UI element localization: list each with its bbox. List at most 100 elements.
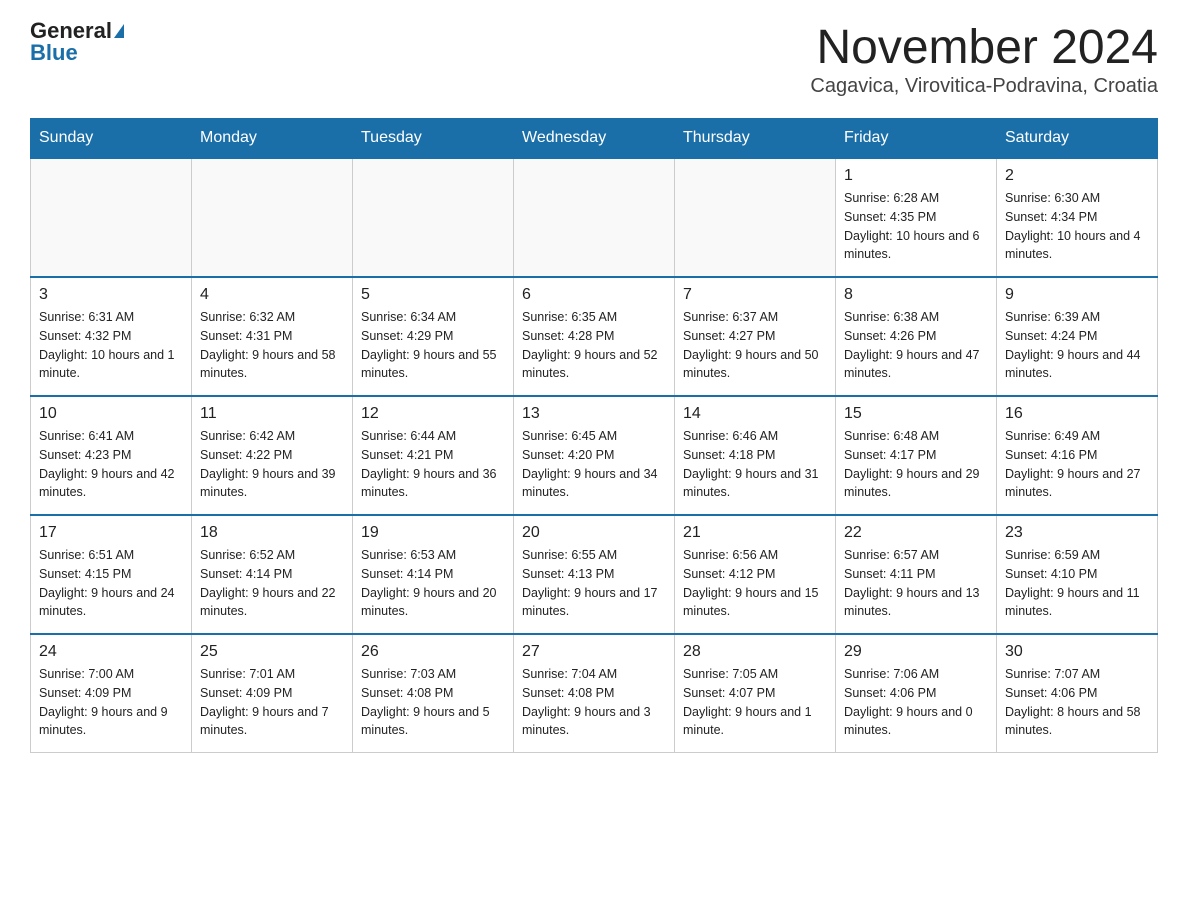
- calendar-week-4: 17 Sunrise: 6:51 AMSunset: 4:15 PMDayligh…: [31, 515, 1158, 634]
- day-info: Sunrise: 6:56 AMSunset: 4:12 PMDaylight:…: [683, 546, 827, 621]
- day-info: Sunrise: 6:39 AMSunset: 4:24 PMDaylight:…: [1005, 308, 1149, 383]
- calendar-day: 16 Sunrise: 6:49 AMSunset: 4:16 PMDayligh…: [997, 396, 1158, 515]
- day-info: Sunrise: 7:07 AMSunset: 4:06 PMDaylight:…: [1005, 665, 1149, 740]
- calendar-day: 17 Sunrise: 6:51 AMSunset: 4:15 PMDayligh…: [31, 515, 192, 634]
- calendar-day: 2 Sunrise: 6:30 AMSunset: 4:34 PMDaylight…: [997, 158, 1158, 277]
- calendar-day: 11 Sunrise: 6:42 AMSunset: 4:22 PMDayligh…: [192, 396, 353, 515]
- day-number: 2: [1005, 167, 1149, 185]
- day-number: 24: [39, 643, 183, 661]
- calendar-table: SundayMondayTuesdayWednesdayThursdayFrid…: [30, 118, 1158, 753]
- day-info: Sunrise: 7:04 AMSunset: 4:08 PMDaylight:…: [522, 665, 666, 740]
- calendar-day: 12Sunrise: 6:44 AMSunset: 4:21 PMDayligh…: [353, 396, 514, 515]
- weekday-header-wednesday: Wednesday: [514, 119, 675, 159]
- day-number: 9: [1005, 286, 1149, 304]
- day-number: 3: [39, 286, 183, 304]
- calendar-week-5: 24 Sunrise: 7:00 AMSunset: 4:09 PMDayligh…: [31, 634, 1158, 753]
- calendar-day: [31, 158, 192, 277]
- weekday-header-friday: Friday: [836, 119, 997, 159]
- day-number: 26: [361, 643, 505, 661]
- day-info: Sunrise: 6:41 AMSunset: 4:23 PMDaylight:…: [39, 427, 183, 502]
- title-section: November 2024 Cagavica, Virovitica-Podra…: [810, 20, 1158, 98]
- calendar-header: SundayMondayTuesdayWednesdayThursdayFrid…: [31, 119, 1158, 159]
- location-subtitle: Cagavica, Virovitica-Podravina, Croatia: [810, 75, 1158, 98]
- calendar-week-3: 10 Sunrise: 6:41 AMSunset: 4:23 PMDayligh…: [31, 396, 1158, 515]
- day-info: Sunrise: 6:28 AMSunset: 4:35 PMDaylight:…: [844, 189, 988, 264]
- day-number: 17: [39, 524, 183, 542]
- calendar-day: 23 Sunrise: 6:59 AMSunset: 4:10 PMDayligh…: [997, 515, 1158, 634]
- day-info: Sunrise: 6:51 AMSunset: 4:15 PMDaylight:…: [39, 546, 183, 621]
- day-number: 7: [683, 286, 827, 304]
- day-info: Sunrise: 7:01 AMSunset: 4:09 PMDaylight:…: [200, 665, 344, 740]
- month-title: November 2024: [810, 20, 1158, 75]
- page-header: General Blue November 2024 Cagavica, Vir…: [30, 20, 1158, 98]
- logo: General Blue: [30, 20, 124, 64]
- day-info: Sunrise: 6:42 AMSunset: 4:22 PMDaylight:…: [200, 427, 344, 502]
- calendar-day: 27 Sunrise: 7:04 AMSunset: 4:08 PMDayligh…: [514, 634, 675, 753]
- day-info: Sunrise: 7:03 AMSunset: 4:08 PMDaylight:…: [361, 665, 505, 740]
- calendar-day: 13 Sunrise: 6:45 AMSunset: 4:20 PMDayligh…: [514, 396, 675, 515]
- calendar-day: 7 Sunrise: 6:37 AMSunset: 4:27 PMDaylight…: [675, 277, 836, 396]
- day-number: 18: [200, 524, 344, 542]
- day-info: Sunrise: 6:35 AMSunset: 4:28 PMDaylight:…: [522, 308, 666, 383]
- calendar-body: 1 Sunrise: 6:28 AMSunset: 4:35 PMDaylight…: [31, 158, 1158, 753]
- day-info: Sunrise: 6:37 AMSunset: 4:27 PMDaylight:…: [683, 308, 827, 383]
- calendar-day: 18 Sunrise: 6:52 AMSunset: 4:14 PMDayligh…: [192, 515, 353, 634]
- day-number: 11: [200, 405, 344, 423]
- day-info: Sunrise: 6:55 AMSunset: 4:13 PMDaylight:…: [522, 546, 666, 621]
- calendar-day: 22 Sunrise: 6:57 AMSunset: 4:11 PMDayligh…: [836, 515, 997, 634]
- day-info: Sunrise: 6:30 AMSunset: 4:34 PMDaylight:…: [1005, 189, 1149, 264]
- calendar-week-1: 1 Sunrise: 6:28 AMSunset: 4:35 PMDaylight…: [31, 158, 1158, 277]
- logo-general-text: General: [30, 20, 112, 42]
- calendar-day: 14 Sunrise: 6:46 AMSunset: 4:18 PMDayligh…: [675, 396, 836, 515]
- day-info: Sunrise: 6:38 AMSunset: 4:26 PMDaylight:…: [844, 308, 988, 383]
- day-info: Sunrise: 6:46 AMSunset: 4:18 PMDaylight:…: [683, 427, 827, 502]
- calendar-day: 9 Sunrise: 6:39 AMSunset: 4:24 PMDaylight…: [997, 277, 1158, 396]
- weekday-header-monday: Monday: [192, 119, 353, 159]
- day-number: 30: [1005, 643, 1149, 661]
- day-number: 20: [522, 524, 666, 542]
- day-info: Sunrise: 6:52 AMSunset: 4:14 PMDaylight:…: [200, 546, 344, 621]
- day-info: Sunrise: 6:45 AMSunset: 4:20 PMDaylight:…: [522, 427, 666, 502]
- calendar-week-2: 3Sunrise: 6:31 AMSunset: 4:32 PMDaylight…: [31, 277, 1158, 396]
- day-info: Sunrise: 7:00 AMSunset: 4:09 PMDaylight:…: [39, 665, 183, 740]
- day-info: Sunrise: 6:32 AMSunset: 4:31 PMDaylight:…: [200, 308, 344, 383]
- day-number: 15: [844, 405, 988, 423]
- calendar-day: 25Sunrise: 7:01 AMSunset: 4:09 PMDayligh…: [192, 634, 353, 753]
- day-info: Sunrise: 6:59 AMSunset: 4:10 PMDaylight:…: [1005, 546, 1149, 621]
- day-number: 4: [200, 286, 344, 304]
- day-info: Sunrise: 6:53 AMSunset: 4:14 PMDaylight:…: [361, 546, 505, 621]
- calendar-day: 3Sunrise: 6:31 AMSunset: 4:32 PMDaylight…: [31, 277, 192, 396]
- calendar-day: 26 Sunrise: 7:03 AMSunset: 4:08 PMDayligh…: [353, 634, 514, 753]
- day-number: 21: [683, 524, 827, 542]
- calendar-day: [353, 158, 514, 277]
- day-number: 10: [39, 405, 183, 423]
- calendar-day: 21 Sunrise: 6:56 AMSunset: 4:12 PMDayligh…: [675, 515, 836, 634]
- day-number: 1: [844, 167, 988, 185]
- weekday-header-thursday: Thursday: [675, 119, 836, 159]
- day-number: 16: [1005, 405, 1149, 423]
- day-number: 29: [844, 643, 988, 661]
- day-number: 27: [522, 643, 666, 661]
- calendar-day: 29Sunrise: 7:06 AMSunset: 4:06 PMDayligh…: [836, 634, 997, 753]
- weekday-header-tuesday: Tuesday: [353, 119, 514, 159]
- day-number: 8: [844, 286, 988, 304]
- calendar-day: 6Sunrise: 6:35 AMSunset: 4:28 PMDaylight…: [514, 277, 675, 396]
- day-number: 19: [361, 524, 505, 542]
- calendar-day: [675, 158, 836, 277]
- day-info: Sunrise: 6:34 AMSunset: 4:29 PMDaylight:…: [361, 308, 505, 383]
- day-number: 5: [361, 286, 505, 304]
- day-info: Sunrise: 7:05 AMSunset: 4:07 PMDaylight:…: [683, 665, 827, 740]
- day-info: Sunrise: 6:49 AMSunset: 4:16 PMDaylight:…: [1005, 427, 1149, 502]
- day-number: 23: [1005, 524, 1149, 542]
- calendar-day: 5 Sunrise: 6:34 AMSunset: 4:29 PMDaylight…: [353, 277, 514, 396]
- day-number: 13: [522, 405, 666, 423]
- weekday-header-saturday: Saturday: [997, 119, 1158, 159]
- calendar-day: 19 Sunrise: 6:53 AMSunset: 4:14 PMDayligh…: [353, 515, 514, 634]
- logo-triangle-icon: [114, 24, 124, 38]
- day-number: 14: [683, 405, 827, 423]
- day-info: Sunrise: 6:57 AMSunset: 4:11 PMDaylight:…: [844, 546, 988, 621]
- day-number: 22: [844, 524, 988, 542]
- day-number: 12: [361, 405, 505, 423]
- calendar-day: 15Sunrise: 6:48 AMSunset: 4:17 PMDayligh…: [836, 396, 997, 515]
- calendar-day: [514, 158, 675, 277]
